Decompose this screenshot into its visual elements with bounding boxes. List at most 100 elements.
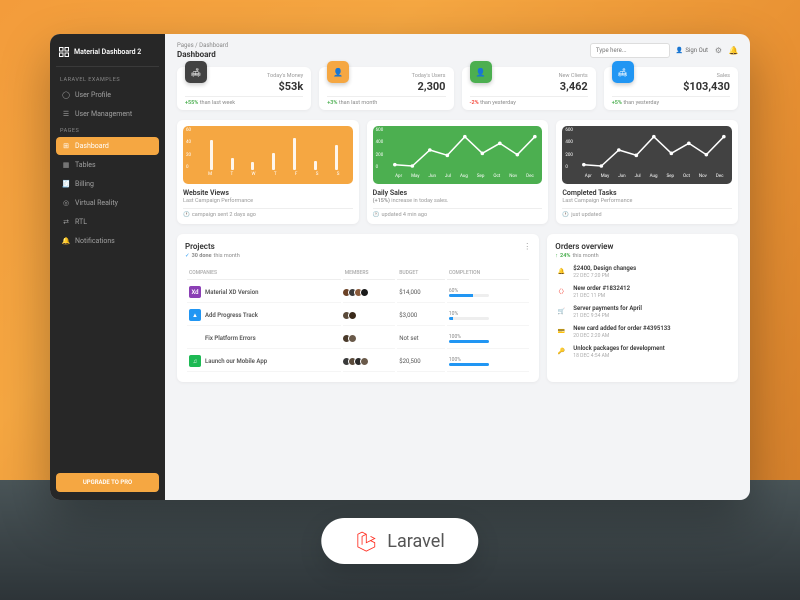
clock-icon: 🕐: [373, 212, 380, 218]
chart-canvas: 6040200 MTWTFSS: [183, 126, 353, 184]
person-icon: 👤: [470, 61, 492, 83]
bell-icon[interactable]: 🔔: [729, 46, 738, 55]
sidebar-item-label: Notifications: [75, 237, 115, 245]
chart-card: 6004002000 AprMayJunJulAugSepOctNovDec D…: [367, 120, 549, 224]
rtl-icon: ⇄: [62, 218, 70, 226]
chart-subtitle: Last Campaign Performance: [562, 198, 732, 204]
members-avatars: [345, 334, 393, 343]
breadcrumb: Pages / Dashboard Dashboard: [177, 42, 228, 59]
timeline-date: 21 DEC 9:34 PM: [573, 313, 642, 319]
gear-icon[interactable]: ⚙: [714, 46, 723, 55]
main-content: Pages / Dashboard Dashboard 👤Sign Out ⚙ …: [165, 34, 750, 500]
project-name: Fix Platform Errors: [205, 335, 256, 342]
stat-footer: +55% than last week: [185, 96, 303, 106]
orders-card: Orders overview ↑ 24% this month 🔔 $2400…: [547, 234, 738, 382]
stat-card: 🛋 Today's Money $53k +55% than last week: [177, 67, 311, 110]
budget-value: Not set: [397, 328, 445, 349]
bell-icon: 🔔: [62, 237, 70, 245]
laravel-pill: Laravel: [321, 518, 478, 564]
vr-icon: ◎: [62, 199, 70, 207]
company-icon: ▲: [189, 309, 201, 321]
cart-icon: 🛒: [555, 305, 567, 317]
topbar: Pages / Dashboard Dashboard 👤Sign Out ⚙ …: [177, 42, 738, 59]
table-row[interactable]: XdMaterial XD Version $14,000 60%: [187, 282, 529, 303]
chart-card: 6004002000 AprMayJunJulAugSepOctNovDec C…: [556, 120, 738, 224]
budget-value: $20,500: [397, 351, 445, 372]
progress-bar: [449, 363, 489, 366]
table-row[interactable]: ♫Launch our Mobile App $20,500 100%: [187, 351, 529, 372]
members-avatars: [345, 311, 393, 320]
sidebar-item-notifications[interactable]: 🔔 Notifications: [56, 232, 159, 250]
chart-card: 6040200 MTWTFSS Website Views Last Campa…: [177, 120, 359, 224]
project-name: Material XD Version: [205, 289, 258, 296]
timeline-item: 💳 New card added for order #439513320 DE…: [555, 325, 730, 339]
sidebar-item-label: Billing: [75, 180, 94, 188]
orders-title: Orders overview: [555, 242, 730, 251]
timeline-text: Server payments for April: [573, 305, 642, 312]
sidebar-section-label: LARAVEL EXAMPLES: [56, 73, 159, 85]
chart-title: Website Views: [183, 189, 353, 197]
receipt-icon: 🧾: [62, 180, 70, 188]
timeline-text: New order #1832412: [573, 285, 630, 292]
sidebar-item-label: User Management: [75, 110, 132, 118]
table-header: BUDGET: [397, 267, 445, 280]
timeline-date: 22 DEC 7:20 PM: [573, 273, 636, 279]
table-header: MEMBERS: [343, 267, 395, 280]
brand[interactable]: Material Dashboard 2: [56, 42, 159, 67]
signout-button[interactable]: 👤Sign Out: [676, 47, 708, 54]
sidebar-item-label: Virtual Reality: [75, 199, 118, 207]
menu-dots-icon[interactable]: ⋮: [523, 242, 531, 251]
brand-logo-icon: [58, 46, 70, 58]
sidebar-item-user-management[interactable]: ☰ User Management: [56, 105, 159, 123]
timeline-text: New card added for order #4395133: [573, 325, 670, 332]
sidebar-item-label: User Profile: [75, 91, 111, 99]
chart-footer: 🕐 campaign sent 2 days ago: [183, 208, 353, 218]
sidebar-item-tables[interactable]: ▦ Tables: [56, 156, 159, 174]
projects-subtitle: ✓ 30 done this month: [185, 253, 531, 259]
chart-title: Daily Sales: [373, 189, 543, 197]
table-icon: ▦: [62, 161, 70, 169]
sidebar-item-label: RTL: [75, 218, 87, 226]
sidebar-item-dashboard[interactable]: ⊞ Dashboard: [56, 137, 159, 155]
chart-canvas: 6004002000 AprMayJunJulAugSepOctNovDec: [562, 126, 732, 184]
sidebar-item-label: Dashboard: [75, 142, 109, 150]
table-row[interactable]: ▲Add Progress Track $3,000 10%: [187, 305, 529, 326]
page-title: Dashboard: [177, 50, 228, 59]
card-icon: 💳: [555, 325, 567, 337]
stat-card: 🛋 Sales $103,430 +5% than yesterday: [604, 67, 738, 110]
progress-bar: [449, 294, 489, 297]
sidebar-item-virtual-reality[interactable]: ◎ Virtual Reality: [56, 194, 159, 212]
person-icon: 👤: [327, 61, 349, 83]
timeline-item: 🔑 Unlock packages for development18 DEC …: [555, 345, 730, 359]
stat-footer: +3% than last month: [327, 96, 445, 106]
chart-title: Completed Tasks: [562, 189, 732, 197]
chart-subtitle: (+15%) increase in today sales.: [373, 198, 543, 204]
laravel-icon: [355, 530, 377, 552]
company-icon: ♫: [189, 355, 201, 367]
code-icon: 〈〉: [555, 285, 567, 297]
stat-card: 👤 New Clients 3,462 -2% than yesterday: [462, 67, 596, 110]
project-name: Add Progress Track: [205, 312, 258, 319]
search-input[interactable]: [590, 43, 670, 58]
table-row[interactable]: ⊞Fix Platform Errors Not set 100%: [187, 328, 529, 349]
sidebar-item-billing[interactable]: 🧾 Billing: [56, 175, 159, 193]
company-icon: Xd: [189, 286, 201, 298]
timeline-item: 🛒 Server payments for April21 DEC 9:34 P…: [555, 305, 730, 319]
clock-icon: 🕐: [183, 212, 190, 218]
app-window: Material Dashboard 2 LARAVEL EXAMPLES ◯ …: [50, 34, 750, 500]
timeline-text: Unlock packages for development: [573, 345, 664, 352]
stat-footer: -2% than yesterday: [470, 96, 588, 106]
key-icon: 🔑: [555, 345, 567, 357]
projects-title: Projects: [185, 242, 531, 251]
sidebar-item-user-profile[interactable]: ◯ User Profile: [56, 86, 159, 104]
timeline-item: 〈〉 New order #183241221 DEC 11 PM: [555, 285, 730, 299]
progress-bar: [449, 340, 489, 343]
sidebar-item-rtl[interactable]: ⇄ RTL: [56, 213, 159, 231]
projects-table: COMPANIESMEMBERSBUDGETCOMPLETION XdMater…: [185, 265, 531, 374]
table-header: COMPANIES: [187, 267, 341, 280]
progress-bar: [449, 317, 489, 320]
chart-footer: 🕐 just updated: [562, 208, 732, 218]
timeline-date: 20 DEC 2:20 AM: [573, 333, 670, 339]
upgrade-button[interactable]: UPGRADE TO PRO: [56, 473, 159, 492]
brand-text: Material Dashboard 2: [74, 48, 141, 56]
